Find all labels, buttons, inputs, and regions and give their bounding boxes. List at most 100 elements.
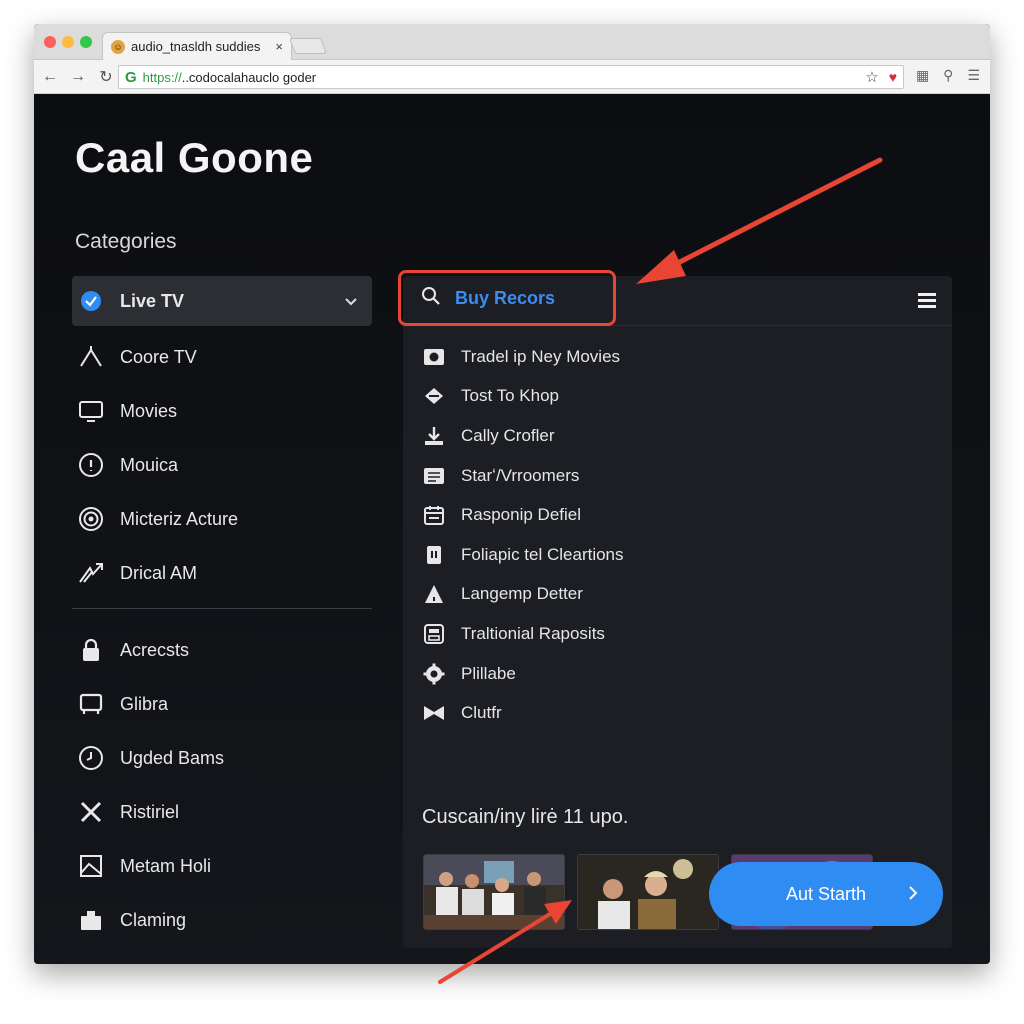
sidebar-item-label: Coore TV [120, 346, 197, 367]
sidebar-item-label: Acrecsts [120, 639, 190, 660]
browser-menu-icon[interactable]: ☰ [967, 67, 980, 84]
list-item[interactable]: Traltionial Raposits [423, 614, 624, 654]
list-item[interactable]: Langemp Detter [423, 575, 624, 615]
sidebar-item-mouica[interactable]: Mouica [72, 438, 372, 492]
url-scheme: https:// [142, 69, 182, 85]
gear-icon [423, 663, 445, 685]
video-thumbnail[interactable] [423, 854, 565, 930]
list-item-label: Plillabe [461, 663, 516, 683]
sidebar-item-ristiriel[interactable]: Ristiriel [72, 785, 372, 839]
tab-title: audio_tnasldh suddies [131, 39, 261, 54]
address-bar[interactable]: G https:// ..codocalahauclo goder ☆ ♥ [118, 65, 904, 89]
title-bar: ☺ audio_tnasldh suddies × [34, 24, 990, 60]
search-input[interactable]: Buy Recors [398, 270, 616, 326]
start-button[interactable]: Aut Starth [709, 862, 943, 926]
list-item-label: Cally Crofler [461, 425, 555, 445]
sidebar-item-label: Drical AM [120, 562, 198, 583]
page-title: Caal Goone [75, 134, 314, 181]
sidebar-item-label: Movies [120, 400, 178, 421]
sidebar-item-label: Micteriz Acture [120, 508, 239, 529]
monitor-icon [78, 398, 104, 424]
category-sidebar: Live TV Coore TV Movies Mouica Micteriz … [72, 276, 372, 947]
bookmark-star-icon[interactable]: ☆ [865, 68, 878, 86]
bowtie-icon [423, 702, 445, 724]
sidebar-item-label: Mouica [120, 454, 179, 475]
minimize-window-button[interactable] [62, 36, 74, 48]
sidebar-item-acrecsts[interactable]: Acrecsts [72, 623, 372, 677]
search-query: Buy Recors [455, 287, 556, 308]
extension-icon[interactable]: ▦ [916, 67, 929, 84]
list-item-label: Clutfr [461, 703, 502, 723]
list-item-label: Starʻ/Vrroomers [461, 465, 580, 485]
tv-icon [78, 691, 104, 717]
search-icon [421, 286, 441, 311]
sidebar-item-movies[interactable]: Movies [72, 384, 372, 438]
list-item-label: Tost To Khop [461, 386, 559, 406]
reload-icon[interactable]: ↻ [94, 67, 118, 87]
triangle-icon [423, 583, 445, 605]
browser-tab[interactable]: ☺ audio_tnasldh suddies × [102, 32, 292, 60]
sidebar-item-label: Ristiriel [120, 801, 180, 822]
google-icon: G [125, 68, 137, 86]
list-item[interactable]: Plillabe [423, 654, 624, 694]
list-item[interactable]: Tost To Khop [423, 377, 624, 417]
heart-icon[interactable]: ♥ [889, 69, 897, 85]
start-button-label: Aut Starth [785, 883, 867, 904]
diamond-icon [423, 385, 445, 407]
maximize-window-button[interactable] [80, 36, 92, 48]
sidebar-item-label: Ugded Bams [120, 747, 225, 768]
sidebar-item-claming[interactable]: Claming [72, 893, 372, 947]
back-icon[interactable]: ← [38, 68, 62, 86]
camera-icon [423, 346, 445, 368]
sidebar-item-micteriz-acture[interactable]: Micteriz Acture [72, 492, 372, 546]
tab-close-icon[interactable]: × [275, 39, 283, 54]
sidebar-item-metam-holi[interactable]: Metam Holi [72, 839, 372, 893]
list-item-label: Foliapic tel Cleartions [461, 544, 624, 564]
browser-toolbar: ← → ↻ G https:// ..codocalahauclo goder … [34, 60, 990, 94]
mic-icon[interactable]: ⚲ [943, 67, 953, 84]
list-icon [423, 465, 445, 487]
chevron-down-icon[interactable] [344, 292, 358, 313]
list-item[interactable]: Tradel ip Ney Movies [423, 337, 624, 377]
antenna-icon [78, 344, 104, 370]
content-panel: Buy Recors Tradel ip Ney Movies Tost To … [398, 270, 952, 948]
sidebar-item-drical-am[interactable]: Drical AM [72, 546, 372, 600]
categories-heading: Categories [75, 230, 177, 253]
list-item-label: Tradel ip Ney Movies [461, 346, 621, 366]
sidebar-item-label: Metam Holi [120, 855, 212, 876]
panel-header: Buy Recors [398, 270, 952, 326]
new-tab-button[interactable] [289, 38, 327, 54]
image-icon [78, 853, 104, 879]
sidebar-item-coore-tv[interactable]: Coore TV [72, 330, 372, 384]
favicon-icon: ☺ [111, 39, 125, 54]
bag-icon [78, 907, 104, 933]
list-item[interactable]: Rasponip Defiel [423, 495, 624, 535]
sidebar-item-label: Glibra [120, 693, 169, 714]
sidebar-item-ugded-bams[interactable]: Ugded Bams [72, 731, 372, 785]
sidebar-item-live-tv[interactable]: Live TV [72, 276, 372, 326]
close-window-button[interactable] [44, 36, 56, 48]
sidebar-item-label: Live TV [120, 290, 185, 311]
url-text: ..codocalahauclo goder [181, 69, 317, 85]
list-item[interactable]: Starʻ/Vrroomers [423, 456, 624, 496]
book-icon [423, 544, 445, 566]
download-icon [423, 425, 445, 447]
target-icon [78, 506, 104, 532]
lock-icon [78, 637, 104, 663]
list-item-label: Langemp Detter [461, 584, 583, 604]
hamburger-menu-icon[interactable] [918, 292, 936, 313]
chevron-right-icon [907, 884, 919, 907]
forward-icon[interactable]: → [66, 68, 90, 86]
info-circle-icon [78, 452, 104, 478]
save-icon [423, 623, 445, 645]
sidebar-item-glibra[interactable]: Glibra [72, 677, 372, 731]
video-thumbnail[interactable] [577, 854, 719, 930]
section-title: Cuscain/iny lirė 11 upo. [422, 806, 629, 828]
sidebar-item-label: Claming [120, 909, 187, 930]
list-item[interactable]: Cally Crofler [423, 416, 624, 456]
sidebar-divider [72, 608, 372, 609]
tools-icon [78, 799, 104, 825]
list-item[interactable]: Clutfr [423, 693, 624, 733]
browser-window: ☺ audio_tnasldh suddies × ← → ↻ G https:… [34, 24, 990, 964]
list-item[interactable]: Foliapic tel Cleartions [423, 535, 624, 575]
